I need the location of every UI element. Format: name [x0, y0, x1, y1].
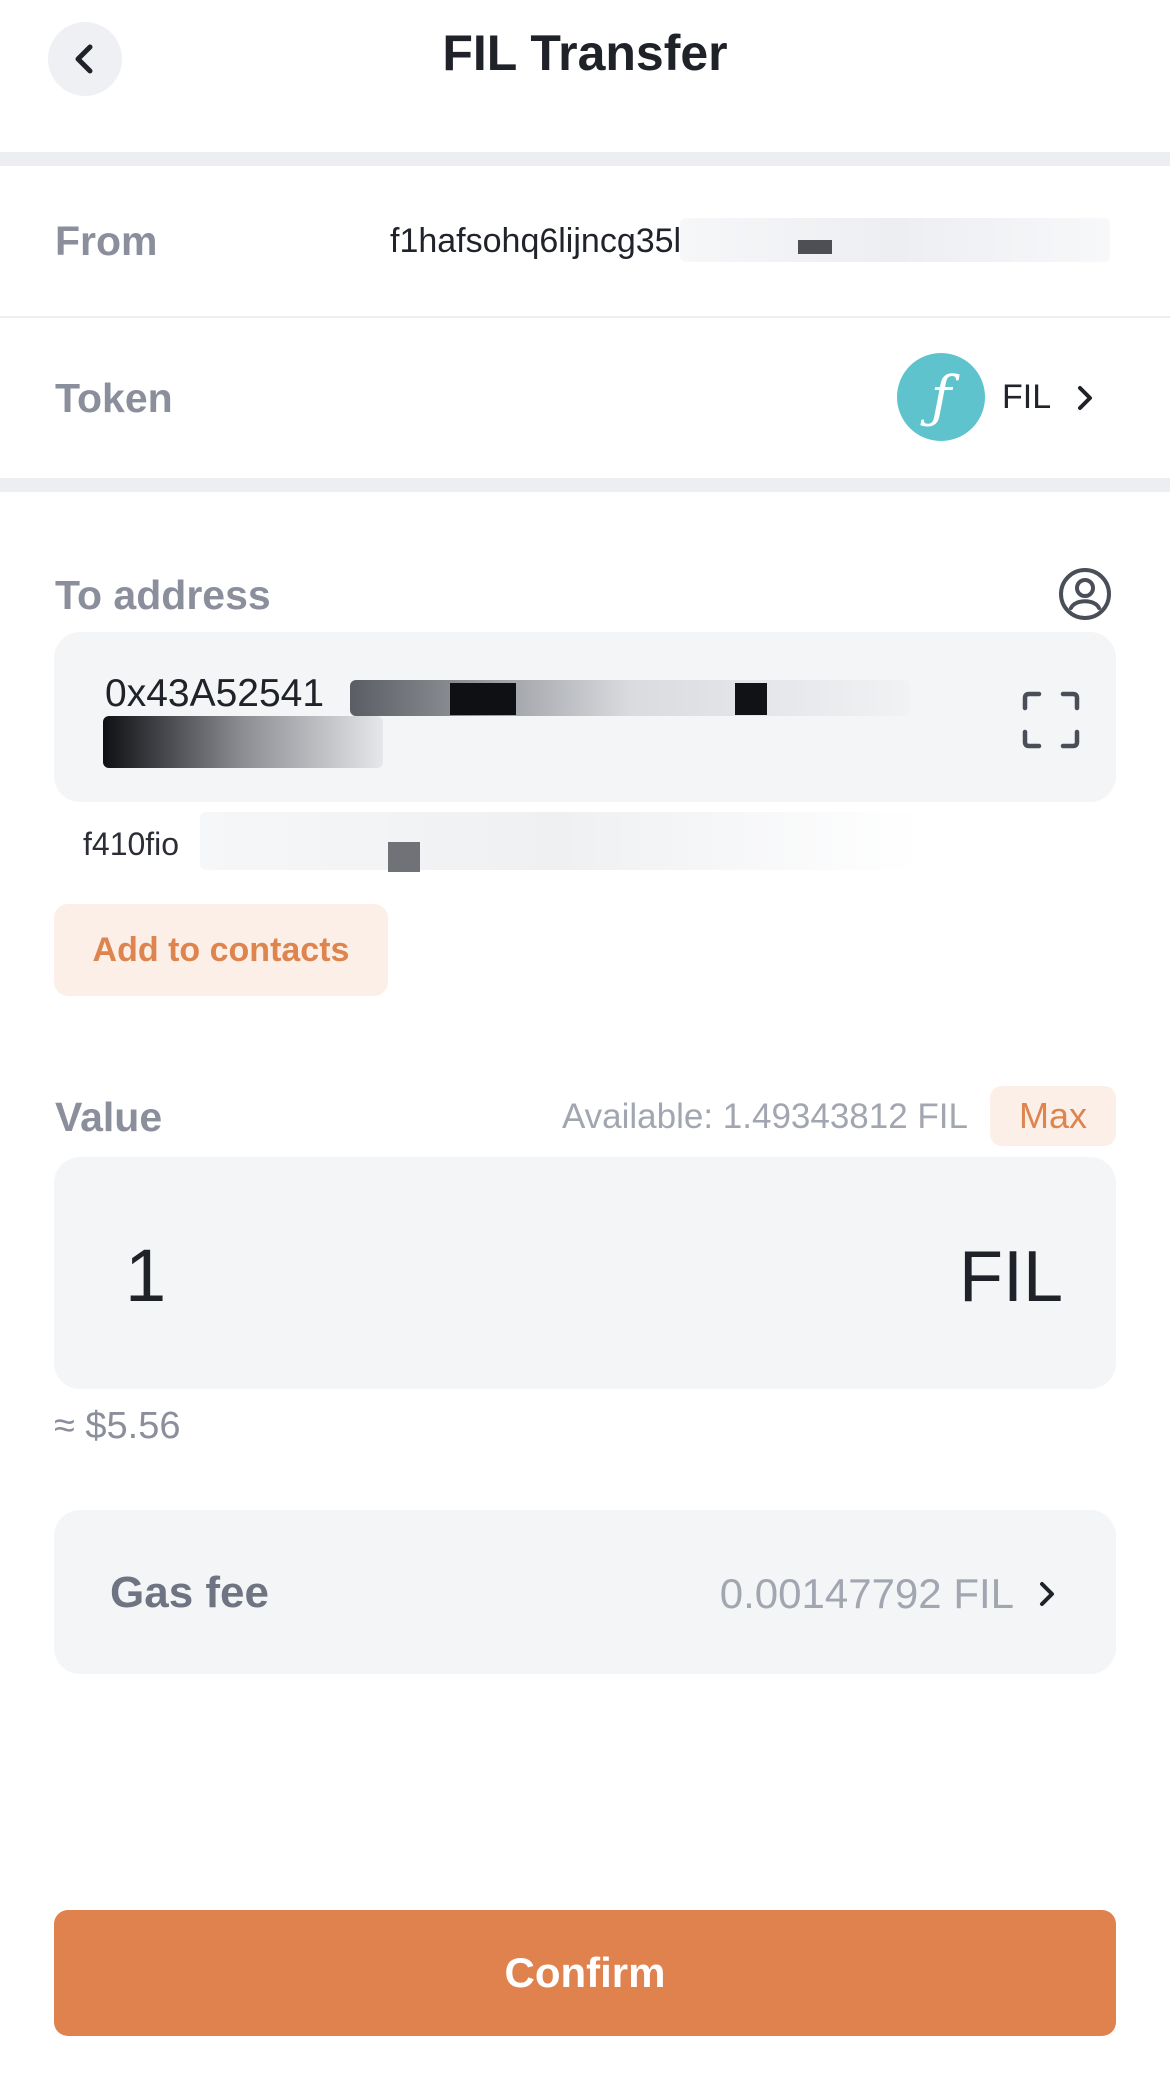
section-divider	[0, 478, 1170, 492]
scan-qr-icon[interactable]	[1021, 690, 1081, 750]
chevron-right-icon[interactable]	[1036, 1578, 1060, 1610]
from-label: From	[55, 218, 158, 264]
gas-fee-value: 0.00147792 FIL	[719, 1570, 1014, 1617]
max-button[interactable]: Max	[990, 1086, 1116, 1146]
section-divider	[0, 152, 1170, 166]
redacted-area	[200, 812, 920, 870]
redacted-area	[680, 218, 1110, 262]
from-address: f1hafsohq6lijncg35l..	[390, 222, 701, 260]
available-balance: Available: 1.49343812 FIL	[561, 1097, 968, 1136]
gas-fee-label: Gas fee	[110, 1568, 269, 1617]
to-address-label: To address	[55, 572, 271, 618]
amount-unit: FIL	[958, 1237, 1063, 1317]
token-label: Token	[55, 375, 173, 421]
add-to-contacts-button[interactable]: Add to contacts	[54, 904, 388, 996]
page-title: FIL Transfer	[442, 25, 728, 81]
fiat-estimate: ≈ $5.56	[54, 1405, 181, 1447]
row-divider	[0, 316, 1170, 318]
confirm-button[interactable]: Confirm	[54, 1910, 1116, 2036]
redacted-area	[798, 240, 832, 254]
redacted-area	[450, 683, 516, 715]
amount-input[interactable]	[125, 1230, 625, 1320]
redacted-area	[350, 680, 910, 716]
token-symbol[interactable]: FIL	[1002, 378, 1051, 417]
to-address-value[interactable]: 0x43A52541	[105, 672, 324, 716]
redacted-area	[735, 683, 767, 715]
value-label: Value	[55, 1094, 163, 1140]
chevron-right-icon[interactable]	[1074, 382, 1098, 414]
redacted-area	[103, 716, 383, 768]
redacted-area	[388, 842, 420, 872]
fil-transfer-screen: FIL Transfer From f1hafsohq6lijncg35l.. …	[0, 0, 1170, 2090]
contact-book-icon[interactable]	[1057, 566, 1113, 622]
fil-address: f410fio	[83, 826, 180, 862]
filecoin-logo[interactable]: ƒ	[897, 353, 985, 441]
header: FIL Transfer	[0, 0, 1170, 150]
